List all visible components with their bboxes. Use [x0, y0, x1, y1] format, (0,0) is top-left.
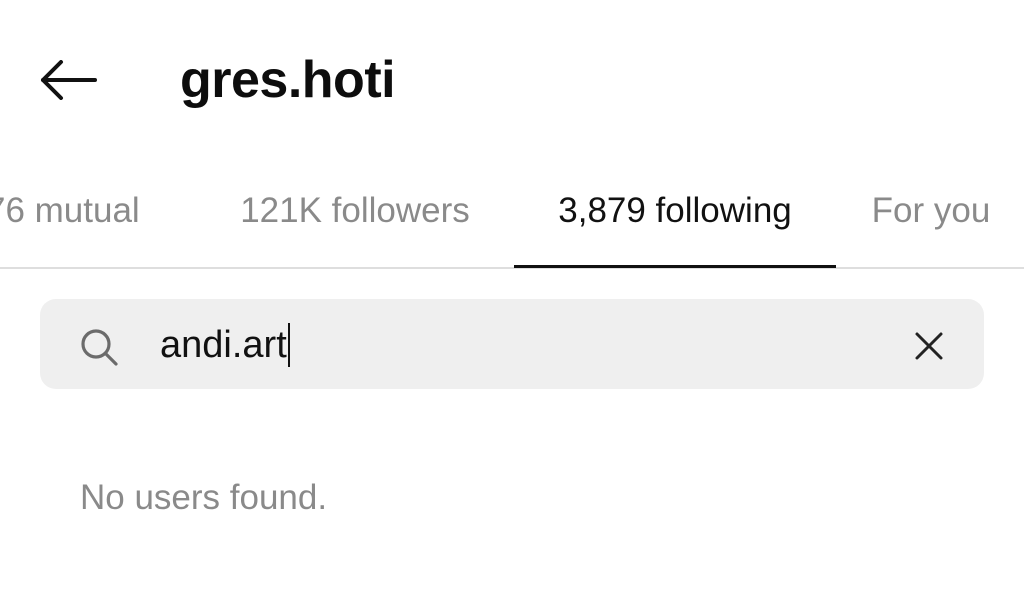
- text-caret: [287, 322, 290, 367]
- tab-mutual-label: 76 mutual: [0, 191, 140, 230]
- page-title: gres.hoti: [180, 51, 396, 109]
- tab-mutual[interactable]: 76 mutual: [0, 180, 180, 268]
- tab-followers[interactable]: 121K followers: [212, 180, 498, 268]
- tab-following[interactable]: 3,879 following: [514, 180, 836, 268]
- search-input[interactable]: andi.art: [160, 314, 290, 376]
- tab-for-you-label: For you: [871, 191, 991, 230]
- back-button[interactable]: [36, 52, 102, 108]
- clear-search-button[interactable]: [906, 323, 952, 369]
- tab-following-label: 3,879 following: [558, 191, 792, 230]
- tab-divider: [0, 267, 1024, 269]
- empty-results-message: No users found.: [80, 478, 328, 517]
- arrow-left-icon: [41, 60, 97, 100]
- search-icon: [81, 329, 118, 366]
- close-icon: [915, 332, 943, 360]
- tab-bar: 76 mutual 121K followers 3,879 following…: [0, 180, 1024, 268]
- search-input-value: andi.art: [160, 324, 287, 366]
- active-tab-indicator: [514, 265, 836, 268]
- tab-for-you[interactable]: For you: [846, 180, 1016, 268]
- tab-followers-label: 121K followers: [240, 191, 470, 230]
- header: gres.hoti: [0, 0, 1024, 160]
